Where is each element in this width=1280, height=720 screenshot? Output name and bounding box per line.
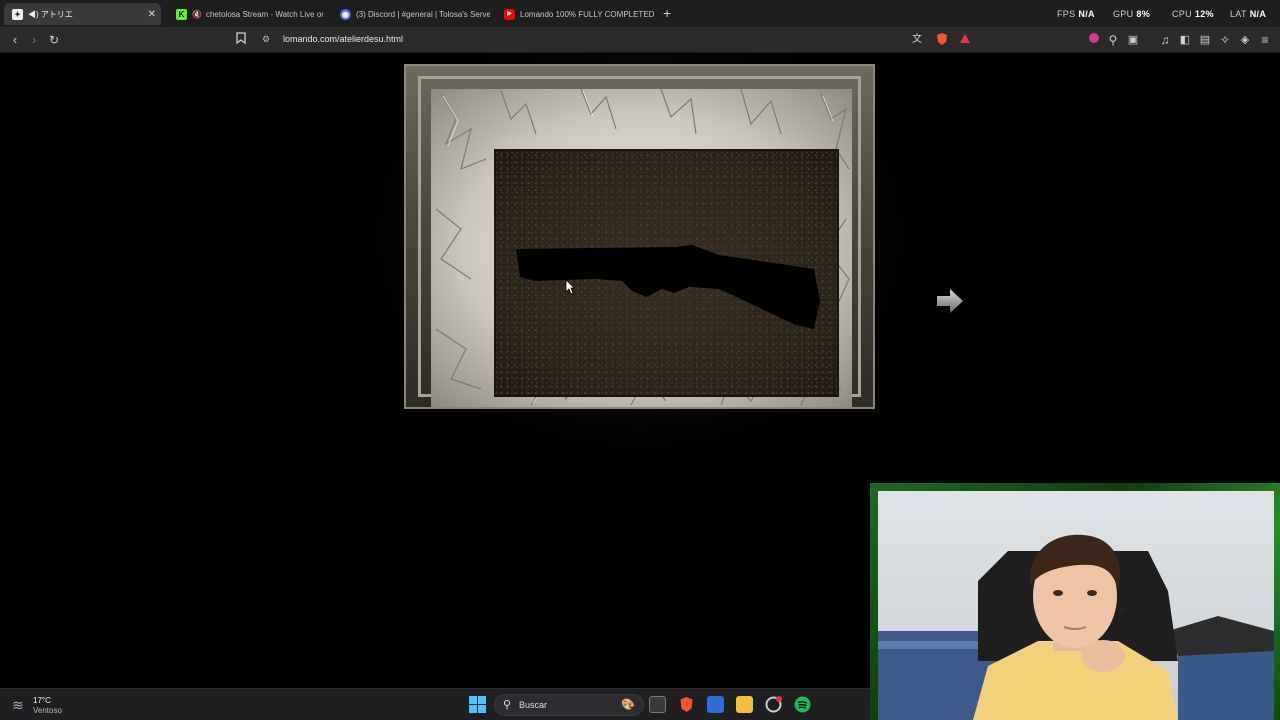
close-tab-icon[interactable]: ✕ [148, 9, 156, 20]
gpu-stat: GPU 8% [1113, 9, 1151, 19]
discord-favicon-icon: ◉ [340, 8, 351, 20]
address-bar[interactable]: lomando.com/atelierdesu.html [283, 34, 403, 44]
taskbar-search[interactable]: ⚲ Buscar 🎨 [494, 694, 644, 716]
forward-icon[interactable]: › [26, 32, 42, 48]
tab-label: ◀) アトリエ [28, 9, 73, 19]
brave-browser-icon[interactable] [678, 696, 695, 713]
shotgun-silhouette-icon[interactable] [514, 241, 824, 341]
tab-kick-stream[interactable]: K 🔇 chetolosa Stream - Watch Live on [168, 3, 323, 25]
site-favicon-icon: ✦ [12, 8, 23, 20]
chrome-app-icon[interactable] [765, 696, 782, 713]
start-menu-icon[interactable] [469, 696, 486, 713]
youtube-favicon-icon: ▶ [504, 8, 515, 20]
spotify-icon[interactable] [794, 696, 811, 713]
next-arrow-icon[interactable] [935, 286, 965, 316]
tab-atelier[interactable]: ✦ ◀) アトリエ ✕ [4, 3, 161, 25]
wallet-icon[interactable]: ▤ [1197, 32, 1213, 48]
reload-icon[interactable]: ↻ [46, 32, 62, 48]
browser-toolbar: ‹ › ↻ ⚙ lomando.com/atelierdesu.html 文 ⚲… [0, 27, 1280, 53]
puzzle-extensions-icon[interactable]: ⚲ [1105, 32, 1121, 48]
windows-taskbar: ≋ 17°C Ventoso ⚲ Buscar 🎨 [0, 688, 870, 720]
mute-icon: 🔇 [192, 9, 202, 19]
picture-frame [404, 64, 875, 409]
task-view-icon[interactable] [649, 696, 666, 713]
cpu-stat: CPU 12% [1172, 9, 1214, 19]
tab-label: chetolosa Stream - Watch Live on [205, 9, 323, 19]
weather-description[interactable]: Ventoso [33, 706, 62, 715]
menu-icon[interactable]: ≡ [1257, 32, 1273, 48]
frame-mat [431, 89, 852, 407]
tab-bar: ✦ ◀) アトリエ ✕ K 🔇 chetolosa Stream - Watch… [0, 0, 1280, 27]
search-highlight-icon: 🎨 [621, 699, 635, 711]
streamer-image [878, 534, 1274, 720]
weather-wind-icon[interactable]: ≋ [12, 697, 24, 714]
bookmark-icon[interactable] [233, 32, 249, 48]
lat-stat: LAT N/A [1230, 9, 1267, 19]
fps-stat: FPS N/A [1057, 9, 1095, 19]
tab-label: Lomando 100% FULLY COMPLETED S [520, 9, 654, 19]
leo-ai-icon[interactable]: ✧ [1217, 32, 1233, 48]
translate-icon[interactable]: 文 [909, 32, 925, 48]
extension-icon[interactable] [1086, 32, 1102, 48]
back-icon[interactable]: ‹ [7, 32, 23, 48]
site-settings-icon[interactable]: ⚙ [262, 34, 270, 45]
tab-youtube[interactable]: ▶ Lomando 100% FULLY COMPLETED S [496, 3, 654, 25]
mouse-cursor-icon [565, 279, 575, 295]
webcam-overlay [870, 483, 1280, 720]
tab-label: (3) Discord | #general | Tolosa's Serve [356, 9, 490, 19]
weather-temperature[interactable]: 17°C [33, 696, 51, 705]
vpn-shield-icon[interactable]: ◈ [1237, 32, 1253, 48]
search-placeholder: Buscar [519, 700, 548, 710]
new-tab-icon[interactable]: + [663, 5, 671, 21]
search-icon: ⚲ [503, 699, 512, 711]
brave-rewards-icon[interactable] [957, 32, 973, 48]
webcam-feed [878, 491, 1274, 720]
painting-canvas[interactable] [494, 149, 839, 397]
sidebar-icon[interactable]: ◧ [1177, 32, 1193, 48]
media-icon[interactable]: ♫ [1157, 32, 1173, 48]
tab-discord[interactable]: ◉ (3) Discord | #general | Tolosa's Serv… [332, 3, 490, 25]
brave-shields-icon[interactable] [934, 32, 950, 48]
microsoft-store-icon[interactable] [707, 696, 724, 713]
file-explorer-icon[interactable] [736, 696, 753, 713]
screenshot-icon[interactable]: ▣ [1125, 32, 1141, 48]
kick-favicon-icon: K [176, 8, 187, 20]
